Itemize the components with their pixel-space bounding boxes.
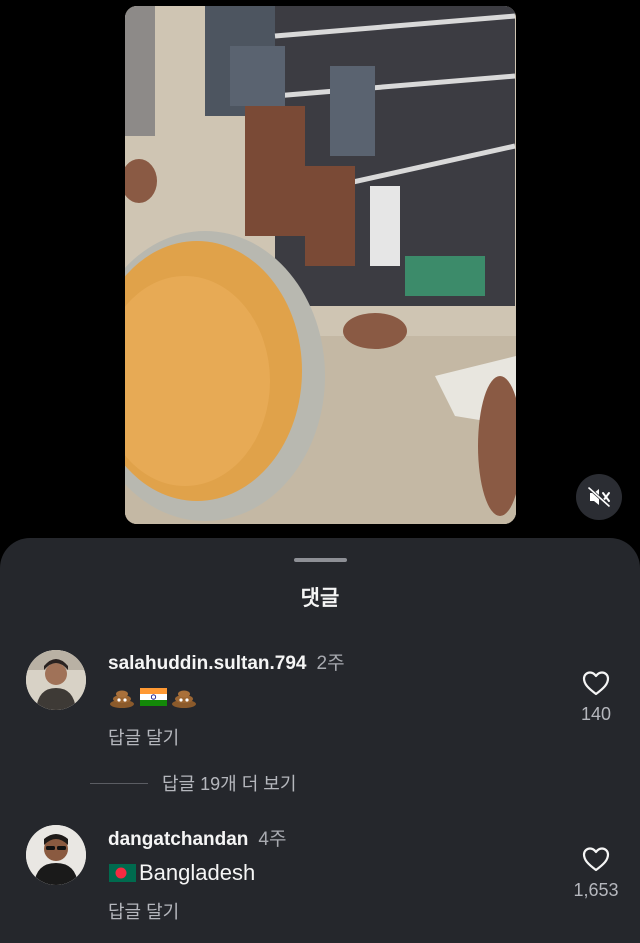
sheet-grab-handle[interactable] [294, 558, 347, 562]
sheet-title: 댓글 [300, 587, 340, 610]
comment-timestamp: 2주 [316, 653, 345, 674]
avatar-image [26, 650, 86, 710]
like-count: 1,653 [573, 880, 619, 900]
speaker-muted-icon [587, 486, 611, 508]
divider-line [90, 782, 148, 784]
poop-emoji [172, 690, 196, 708]
reply-button[interactable]: 답글 달기 [108, 724, 179, 750]
heart-icon[interactable] [582, 670, 610, 696]
comments-sheet: 댓글 salahuddin.sultan.794 2주 답글 달기 140 답글… [0, 538, 640, 943]
comment-header: salahuddin.sultan.794 2주 [108, 648, 345, 675]
view-more-replies-button[interactable]: 답글 19개 더 보기 [90, 770, 296, 796]
comment-body [108, 686, 199, 708]
comment-text: Bangladesh [139, 860, 256, 885]
video-frame-image [125, 6, 516, 524]
bangladesh-flag-emoji [109, 864, 136, 882]
view-more-replies-label: 답글 19개 더 보기 [162, 774, 297, 794]
avatar-image [26, 825, 86, 885]
reply-button[interactable]: 답글 달기 [108, 898, 179, 924]
mute-toggle-button[interactable] [576, 474, 622, 520]
like-count: 140 [580, 704, 612, 724]
video-player[interactable] [125, 6, 516, 524]
heart-icon[interactable] [582, 846, 610, 872]
like-control: 140 [566, 670, 626, 725]
comment-username[interactable]: dangatchandan [108, 829, 248, 850]
comment-timestamp: 4주 [258, 829, 287, 850]
comment-header: dangatchandan 4주 [108, 824, 286, 851]
comment-body: Bangladesh [108, 860, 255, 886]
reels-screen: 댓글 salahuddin.sultan.794 2주 답글 달기 140 답글… [0, 0, 640, 943]
like-control: 1,653 [566, 846, 626, 901]
india-flag-emoji [140, 688, 167, 706]
poop-emoji [110, 690, 134, 708]
comment-username[interactable]: salahuddin.sultan.794 [108, 653, 307, 674]
avatar[interactable] [26, 825, 86, 885]
avatar[interactable] [26, 650, 86, 710]
